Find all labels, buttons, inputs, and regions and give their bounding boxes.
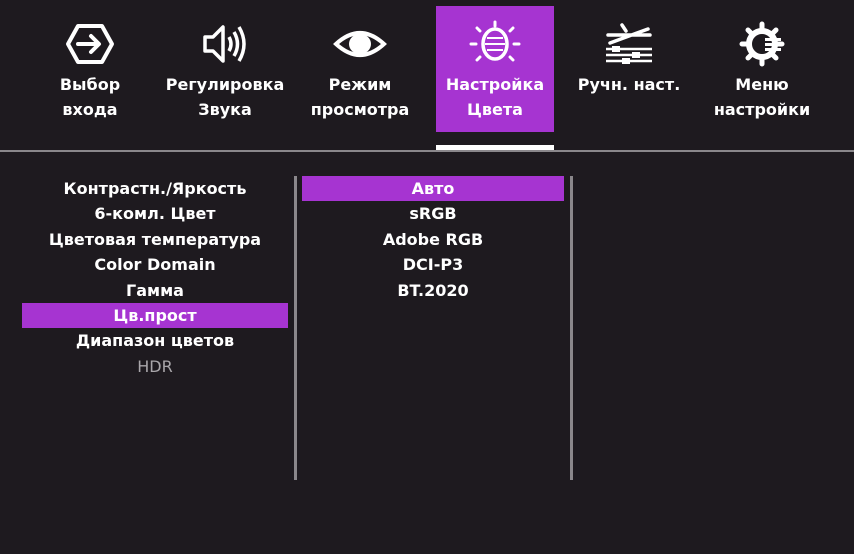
submenu-item-color-domain[interactable]: Color Domain: [22, 252, 288, 277]
main-menu-tabs: Выбор входа Регулировка Звука Режим прос…: [0, 0, 854, 150]
gear-icon: [737, 20, 787, 68]
input-arrow-icon: [64, 20, 116, 68]
submenu-list: Контрастн./Яркость 6-комл. Цвет Цветовая…: [22, 176, 288, 379]
option-srgb[interactable]: sRGB: [302, 201, 564, 226]
option-bt2020[interactable]: BT.2020: [302, 278, 564, 303]
option-dci-p3[interactable]: DCI-P3: [302, 252, 564, 277]
tab-label: Выбор входа: [59, 75, 121, 119]
manual-adjust-icon: [602, 20, 656, 68]
submenu-item-color-range[interactable]: Диапазон цветов: [22, 328, 288, 353]
tab-label: Режим просмотра: [310, 75, 410, 119]
column-divider: [294, 176, 297, 480]
tab-input-select[interactable]: Выбор входа: [36, 6, 144, 132]
option-auto[interactable]: Авто: [302, 176, 564, 202]
tab-color-settings[interactable]: Настройка Цвета: [436, 6, 554, 132]
tab-menu-settings[interactable]: Меню настройки: [706, 6, 818, 132]
eye-icon: [332, 20, 388, 68]
submenu-item-contrast-brightness[interactable]: Контрастн./Яркость: [22, 176, 288, 201]
color-bulb-icon: [467, 20, 523, 68]
column-divider: [570, 176, 573, 480]
header-divider: [0, 150, 854, 152]
tab-label: Ручн. наст.: [577, 75, 681, 94]
options-list: Авто sRGB Adobe RGB DCI-P3 BT.2020: [302, 176, 564, 303]
tab-label: Меню настройки: [713, 75, 811, 119]
submenu-item-6-axis-color[interactable]: 6-комл. Цвет: [22, 201, 288, 226]
submenu-item-gamma[interactable]: Гамма: [22, 278, 288, 303]
tab-view-mode[interactable]: Режим просмотра: [306, 6, 414, 132]
speaker-icon: [199, 20, 251, 68]
option-adobe-rgb[interactable]: Adobe RGB: [302, 227, 564, 252]
tab-label: Регулировка Звука: [165, 75, 285, 119]
submenu-item-color-temperature[interactable]: Цветовая температура: [22, 227, 288, 252]
tab-manual-settings[interactable]: Ручн. наст.: [574, 6, 684, 132]
submenu-item-hdr: HDR: [137, 356, 173, 376]
tab-label: Настройка Цвета: [445, 75, 545, 119]
submenu-item-color-space[interactable]: Цв.прост: [22, 302, 288, 329]
tab-sound-adjust[interactable]: Регулировка Звука: [166, 6, 284, 132]
